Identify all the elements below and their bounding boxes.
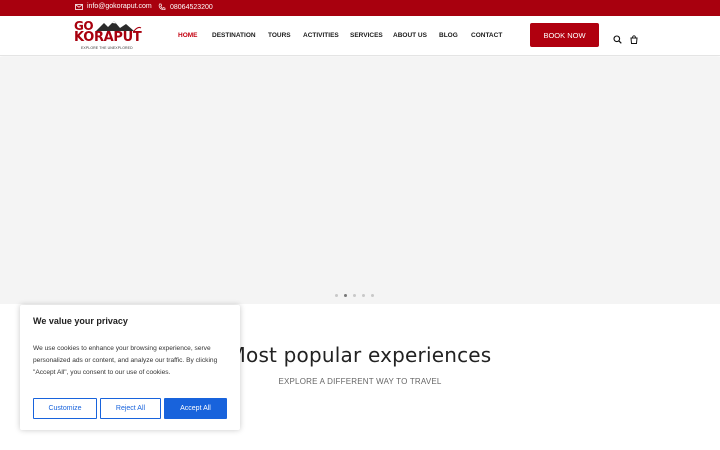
nav-activities[interactable]: ACTIVITIES — [303, 32, 339, 39]
hero-slider[interactable] — [0, 57, 720, 304]
slider-dot[interactable] — [335, 294, 338, 297]
accept-all-button[interactable]: Accept All — [164, 398, 227, 419]
nav-contact[interactable]: CONTACT — [471, 32, 502, 39]
search-icon[interactable] — [613, 31, 622, 49]
top-bar: info@gokoraput.com 08064523200 — [0, 0, 720, 16]
mail-icon — [75, 3, 83, 10]
book-now-button[interactable]: BOOK NOW — [530, 23, 599, 47]
nav-home[interactable]: HOME — [178, 32, 198, 39]
nav-blog[interactable]: BLOG — [439, 32, 458, 39]
slider-dot-active[interactable] — [344, 294, 347, 297]
nav-destination[interactable]: DESTINATION — [212, 32, 256, 39]
customize-button[interactable]: Customize — [33, 398, 97, 419]
site-logo[interactable]: GO KORAPUT EXPLORE THE UNEXPLORED — [74, 20, 146, 54]
cookie-body: We use cookies to enhance your browsing … — [33, 345, 218, 376]
cookie-title: We value your privacy — [33, 316, 128, 326]
site-header: GO KORAPUT EXPLORE THE UNEXPLORED HOME D… — [0, 16, 720, 56]
cookie-consent-banner: We value your privacy We use cookies to … — [20, 305, 240, 430]
slider-dot[interactable] — [362, 294, 365, 297]
logo-tagline: EXPLORE THE UNEXPLORED — [81, 46, 133, 50]
phone-icon — [158, 3, 166, 11]
phone-contact[interactable]: 08064523200 — [158, 3, 213, 11]
slider-dot[interactable] — [371, 294, 374, 297]
reject-all-button[interactable]: Reject All — [100, 398, 161, 419]
phone-text: 08064523200 — [170, 3, 213, 11]
logo-line-2: KORAPUT — [74, 30, 142, 45]
email-text: info@gokoraput.com — [87, 3, 152, 10]
nav-tours[interactable]: TOURS — [268, 32, 291, 39]
email-contact[interactable]: info@gokoraput.com — [75, 3, 152, 10]
slider-dot[interactable] — [353, 294, 356, 297]
slider-pagination — [335, 294, 374, 297]
nav-services[interactable]: SERVICES — [350, 32, 383, 39]
nav-about-us[interactable]: ABOUT US — [393, 32, 427, 39]
cart-icon[interactable] — [630, 31, 638, 49]
